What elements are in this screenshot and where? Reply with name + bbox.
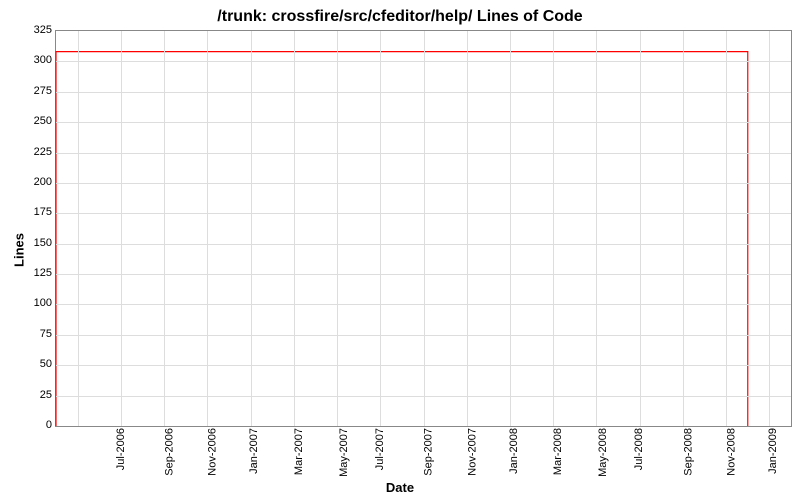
x-tick-label: Jan-2008 <box>508 428 520 474</box>
x-tick-label: Nov-2007 <box>466 428 478 476</box>
x-tick-label: May-2008 <box>597 428 609 477</box>
x-axis-label: Date <box>0 480 800 495</box>
y-tick-label: 250 <box>7 115 52 127</box>
chart-title: /trunk: crossfire/src/cfeditor/help/ Lin… <box>0 8 800 26</box>
x-tick-label: Nov-2008 <box>726 428 738 476</box>
gridline-v <box>467 31 468 426</box>
gridline-v <box>640 31 641 426</box>
y-tick-label: 125 <box>7 267 52 279</box>
x-tick-label: Nov-2006 <box>207 428 219 476</box>
y-tick-label: 275 <box>7 85 52 97</box>
gridline-v <box>337 31 338 426</box>
x-tick-label: Jan-2009 <box>767 428 779 474</box>
y-tick-label: 300 <box>7 54 52 66</box>
x-tick-label: Mar-2008 <box>552 428 564 475</box>
y-tick-label: 200 <box>7 176 52 188</box>
y-tick-label: 0 <box>7 419 52 431</box>
x-tick-label: Sep-2006 <box>164 428 176 476</box>
gridline-v <box>251 31 252 426</box>
gridline-v <box>726 31 727 426</box>
y-tick-label: 50 <box>7 358 52 370</box>
x-tick-label: Sep-2007 <box>423 428 435 476</box>
loc-chart: /trunk: crossfire/src/cfeditor/help/ Lin… <box>0 0 800 500</box>
gridline-v <box>683 31 684 426</box>
gridline-v <box>121 31 122 426</box>
x-tick-label: May-2007 <box>338 428 350 477</box>
x-tick-label: Jul-2008 <box>634 428 646 470</box>
gridline-v <box>553 31 554 426</box>
gridline-v <box>294 31 295 426</box>
y-tick-label: 325 <box>7 24 52 36</box>
y-tick-label: 225 <box>7 146 52 158</box>
gridline-v <box>596 31 597 426</box>
gridline-v <box>424 31 425 426</box>
y-tick-label: 75 <box>7 328 52 340</box>
gridline-v <box>164 31 165 426</box>
y-tick-label: 175 <box>7 206 52 218</box>
gridline-v <box>207 31 208 426</box>
x-tick-label: Jul-2007 <box>374 428 386 470</box>
y-tick-label: 100 <box>7 297 52 309</box>
y-tick-label: 150 <box>7 237 52 249</box>
gridline-v <box>510 31 511 426</box>
x-tick-label: Sep-2008 <box>682 428 694 476</box>
series-line <box>56 52 748 426</box>
gridline-v <box>78 31 79 426</box>
y-tick-label: 25 <box>7 389 52 401</box>
x-tick-label: Mar-2007 <box>293 428 305 475</box>
plot-area <box>55 30 792 427</box>
gridline-v <box>769 31 770 426</box>
x-tick-label: Jul-2006 <box>115 428 127 470</box>
gridline-v <box>380 31 381 426</box>
x-tick-label: Jan-2007 <box>248 428 260 474</box>
